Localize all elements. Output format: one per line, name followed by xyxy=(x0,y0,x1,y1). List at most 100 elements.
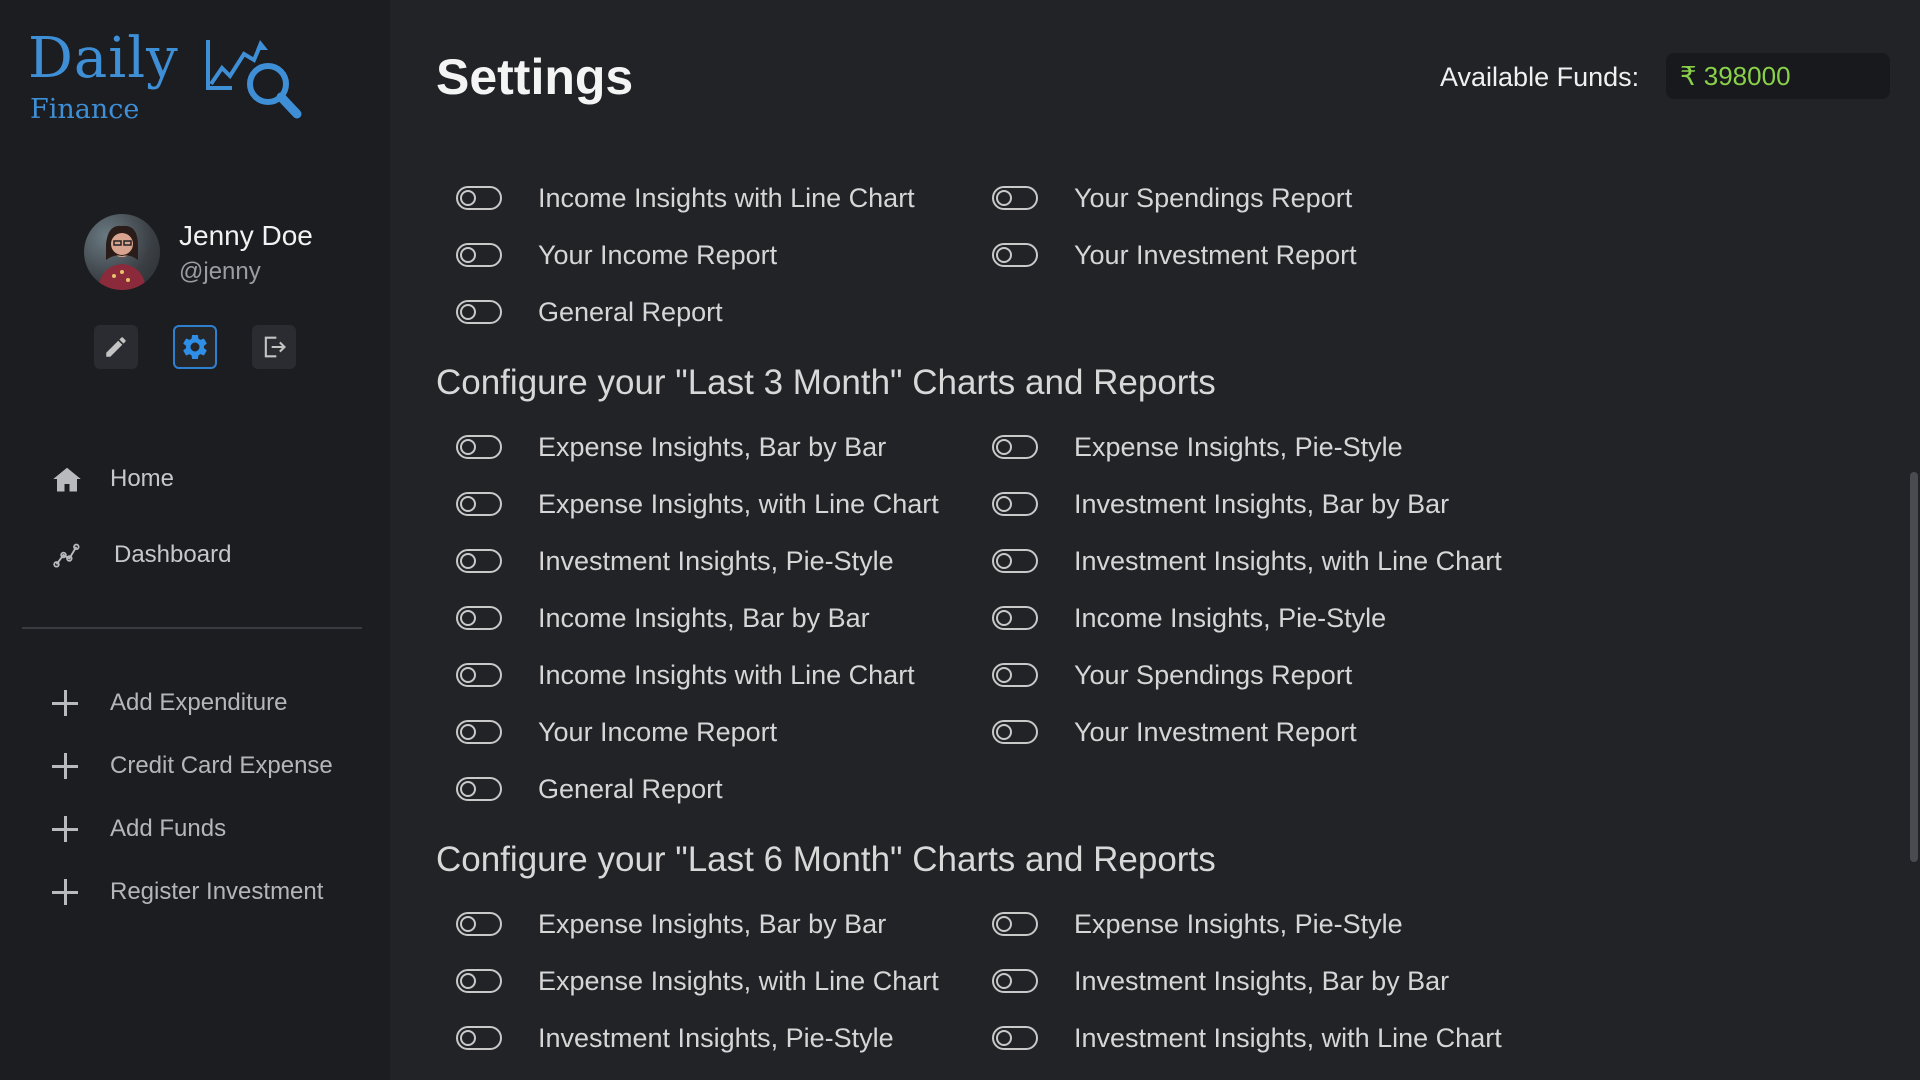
toggle-switch[interactable] xyxy=(992,186,1038,210)
setting-label: Your Spendings Report xyxy=(1074,659,1353,690)
available-funds-value: ₹ 398000 xyxy=(1666,53,1890,99)
page-title: Settings xyxy=(436,49,634,105)
setting-label: Expense Insights, Pie-Style xyxy=(1074,431,1403,462)
toggle-switch[interactable] xyxy=(456,663,502,687)
setting-label: Income Insights with Line Chart xyxy=(538,182,915,213)
setting-option: Expense Insights, Bar by Bar xyxy=(456,427,886,467)
toggle-switch[interactable] xyxy=(456,1026,502,1050)
toggle-switch[interactable] xyxy=(456,549,502,573)
setting-option: Income Insights, Bar by Bar xyxy=(456,598,870,638)
toggle-switch[interactable] xyxy=(456,777,502,801)
setting-option: Investment Insights, with Line Chart xyxy=(992,541,1502,581)
toggle-switch[interactable] xyxy=(456,300,502,324)
toggle-switch[interactable] xyxy=(992,492,1038,516)
toggle-switch[interactable] xyxy=(992,969,1038,993)
plus-icon xyxy=(50,751,80,781)
toggle-switch[interactable] xyxy=(992,549,1038,573)
setting-option: Your Income Report xyxy=(456,235,777,275)
setting-option: Investment Insights, Pie-Style xyxy=(456,1018,894,1058)
sidebar-item-label: Home xyxy=(110,465,175,492)
setting-option: Expense Insights, with Line Chart xyxy=(456,484,939,524)
toggle-switch[interactable] xyxy=(992,606,1038,630)
setting-label: Investment Insights, with Line Chart xyxy=(1074,1022,1502,1053)
section-title-last-3-month: Configure your "Last 3 Month" Charts and… xyxy=(436,363,1216,402)
sidebar-item-dashboard[interactable]: Dashboard xyxy=(50,535,231,575)
toggle-switch[interactable] xyxy=(456,969,502,993)
setting-option: Income Insights with Line Chart xyxy=(456,178,915,218)
setting-label: Your Spendings Report xyxy=(1074,182,1353,213)
user-handle: @jenny xyxy=(179,258,261,285)
setting-label: Income Insights, Bar by Bar xyxy=(538,602,870,633)
register-investment-button[interactable]: Register Investment xyxy=(50,872,323,912)
setting-option: Expense Insights, Pie-Style xyxy=(992,427,1403,467)
edit-profile-button[interactable] xyxy=(94,325,138,369)
setting-label: General Report xyxy=(538,296,723,327)
setting-option: General Report xyxy=(456,292,723,332)
toggle-switch[interactable] xyxy=(456,186,502,210)
logo-text-daily: Daily xyxy=(28,26,179,91)
add-expenditure-button[interactable]: Add Expenditure xyxy=(50,683,287,723)
logout-icon xyxy=(264,336,286,358)
sidebar-item-home[interactable]: Home xyxy=(50,459,174,499)
setting-option: Investment Insights, Bar by Bar xyxy=(992,484,1449,524)
setting-label: Expense Insights, with Line Chart xyxy=(538,488,939,519)
logo-text-finance: Finance xyxy=(30,94,140,125)
toggle-switch[interactable] xyxy=(456,435,502,459)
setting-option: Your Spendings Report xyxy=(992,178,1352,218)
toggle-switch[interactable] xyxy=(456,243,502,267)
toggle-switch[interactable] xyxy=(456,720,502,744)
profile-actions xyxy=(94,325,304,371)
action-label: Add Expenditure xyxy=(110,689,288,716)
sidebar-item-label: Dashboard xyxy=(114,541,232,568)
setting-option: Expense Insights, with Line Chart xyxy=(456,961,939,1001)
setting-option: Investment Insights, Bar by Bar xyxy=(992,961,1449,1001)
setting-label: Investment Insights, with Line Chart xyxy=(1074,545,1502,576)
logout-button[interactable] xyxy=(252,325,296,369)
setting-label: Investment Insights, Pie-Style xyxy=(538,1022,894,1053)
setting-label: Investment Insights, Bar by Bar xyxy=(1074,965,1450,996)
setting-label: Investment Insights, Bar by Bar xyxy=(1074,488,1450,519)
credit-card-expense-button[interactable]: Credit Card Expense xyxy=(50,746,333,786)
setting-label: Your Investment Report xyxy=(1074,239,1357,270)
setting-label: Expense Insights, with Line Chart xyxy=(538,965,939,996)
action-label: Register Investment xyxy=(110,878,324,905)
toggle-switch[interactable] xyxy=(992,720,1038,744)
settings-button[interactable] xyxy=(173,325,217,369)
toggle-switch[interactable] xyxy=(992,435,1038,459)
setting-label: Your Income Report xyxy=(538,239,778,270)
toggle-switch[interactable] xyxy=(456,606,502,630)
pencil-icon xyxy=(106,337,126,357)
user-profile: Jenny Doe @jenny xyxy=(84,214,384,294)
user-name: Jenny Doe xyxy=(179,220,313,251)
toggle-switch[interactable] xyxy=(992,243,1038,267)
action-label: Add Funds xyxy=(110,815,227,842)
sidebar-divider xyxy=(22,627,362,629)
home-icon xyxy=(50,462,84,496)
gear-icon xyxy=(183,334,207,359)
main-content: Settings Available Funds: ₹ 398000 Incom… xyxy=(390,0,1920,1080)
setting-option: Expense Insights, Bar by Bar xyxy=(456,904,886,944)
avatar[interactable] xyxy=(84,214,160,290)
toggle-switch[interactable] xyxy=(456,912,502,936)
setting-label: Expense Insights, Pie-Style xyxy=(1074,908,1403,939)
setting-option: Investment Insights, with Line Chart xyxy=(992,1018,1502,1058)
setting-label: Expense Insights, Bar by Bar xyxy=(538,431,887,462)
sidebar: Daily Finance Jenny Doe @jenny Home Dash… xyxy=(0,0,390,1080)
add-funds-button[interactable]: Add Funds xyxy=(50,809,226,849)
setting-option: Investment Insights, Pie-Style xyxy=(456,541,894,581)
toggle-switch[interactable] xyxy=(992,1026,1038,1050)
action-label: Credit Card Expense xyxy=(110,752,333,779)
toggle-switch[interactable] xyxy=(992,912,1038,936)
setting-option: Expense Insights, Pie-Style xyxy=(992,904,1403,944)
setting-label: Income Insights, Pie-Style xyxy=(1074,602,1387,633)
setting-label: Investment Insights, Pie-Style xyxy=(538,545,894,576)
toggle-switch[interactable] xyxy=(992,663,1038,687)
toggle-switch[interactable] xyxy=(456,492,502,516)
chart-line-icon xyxy=(50,538,84,572)
funds-amount: ₹ 398000 xyxy=(1680,60,1791,91)
setting-option: Your Income Report xyxy=(456,712,777,752)
plus-icon xyxy=(50,688,80,718)
app-logo[interactable]: Daily Finance xyxy=(28,26,302,126)
setting-option: Income Insights, Pie-Style xyxy=(992,598,1386,638)
scrollbar-thumb[interactable] xyxy=(1910,472,1918,862)
